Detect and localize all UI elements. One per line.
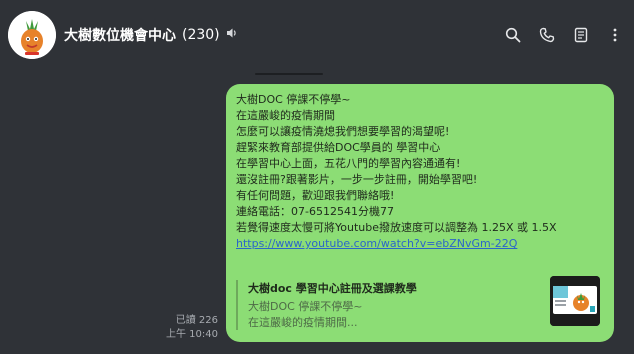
- message-line: 還沒註冊?跟著影片，一步一步註冊，開始學習吧!: [236, 173, 478, 186]
- message-bubble[interactable]: 大樹DOC 停課不停學~ 在這嚴峻的疫情期間 怎麼可以讓疫情澆熄我們想要學習的渴…: [226, 84, 614, 342]
- scroll-divider: [255, 73, 323, 75]
- message-line: 有任何問題，歡迎跟我們聯絡哦!: [236, 189, 395, 202]
- preview-description: 在這嚴峻的疫情期間...: [248, 316, 358, 329]
- message-line: 怎麼可以讓疫情澆熄我們想要學習的渴望呢!: [236, 125, 450, 138]
- member-count: (230): [182, 27, 220, 43]
- preview-accent-bar: [236, 280, 238, 330]
- youtube-link[interactable]: https://www.youtube.com/watch?v=ebZNvGm-…: [236, 236, 602, 252]
- phone-icon[interactable]: [534, 22, 560, 48]
- message-meta: 已讀 226 上午 10:40: [166, 314, 218, 342]
- chat-title: 大樹數位機會中心: [64, 28, 176, 44]
- notes-icon[interactable]: [568, 22, 594, 48]
- message-line: 大樹DOC 停課不停學~: [236, 93, 351, 106]
- pineapple-logo: [8, 11, 56, 59]
- read-status: 已讀 226: [175, 315, 218, 326]
- link-preview-card[interactable]: 大樹doc 學習中心註冊及選課教學 大樹DOC 停課不停學~ 在這嚴峻的疫情期間…: [236, 276, 602, 334]
- header-actions: [500, 22, 628, 48]
- group-avatar[interactable]: [8, 11, 56, 59]
- search-icon[interactable]: [500, 22, 526, 48]
- message-line: 連絡電話：07-6512541分機77: [236, 205, 394, 218]
- chat-title-group[interactable]: 大樹數位機會中心 (230): [64, 24, 238, 46]
- speaker-icon[interactable]: [226, 27, 238, 43]
- chat-header: 大樹數位機會中心 (230): [0, 0, 634, 70]
- message-line: 在這嚴峻的疫情期間: [236, 109, 335, 122]
- preview-title: 大樹doc 學習中心註冊及選課教學: [248, 282, 417, 295]
- menu-icon[interactable]: [602, 22, 628, 48]
- preview-thumbnail[interactable]: [550, 276, 600, 326]
- preview-description: 大樹DOC 停課不停學~: [248, 300, 363, 313]
- message-time: 上午 10:40: [166, 329, 218, 340]
- message-line: 在學習中心上面，五花八門的學習內容通通有!: [236, 157, 461, 170]
- message-line: 趕緊來教育部提供給DOC學員的 學習中心: [236, 141, 441, 154]
- message-line: 若覺得速度太慢可將Youtube撥放速度可以調整為 1.25X 或 1.5X: [236, 221, 557, 234]
